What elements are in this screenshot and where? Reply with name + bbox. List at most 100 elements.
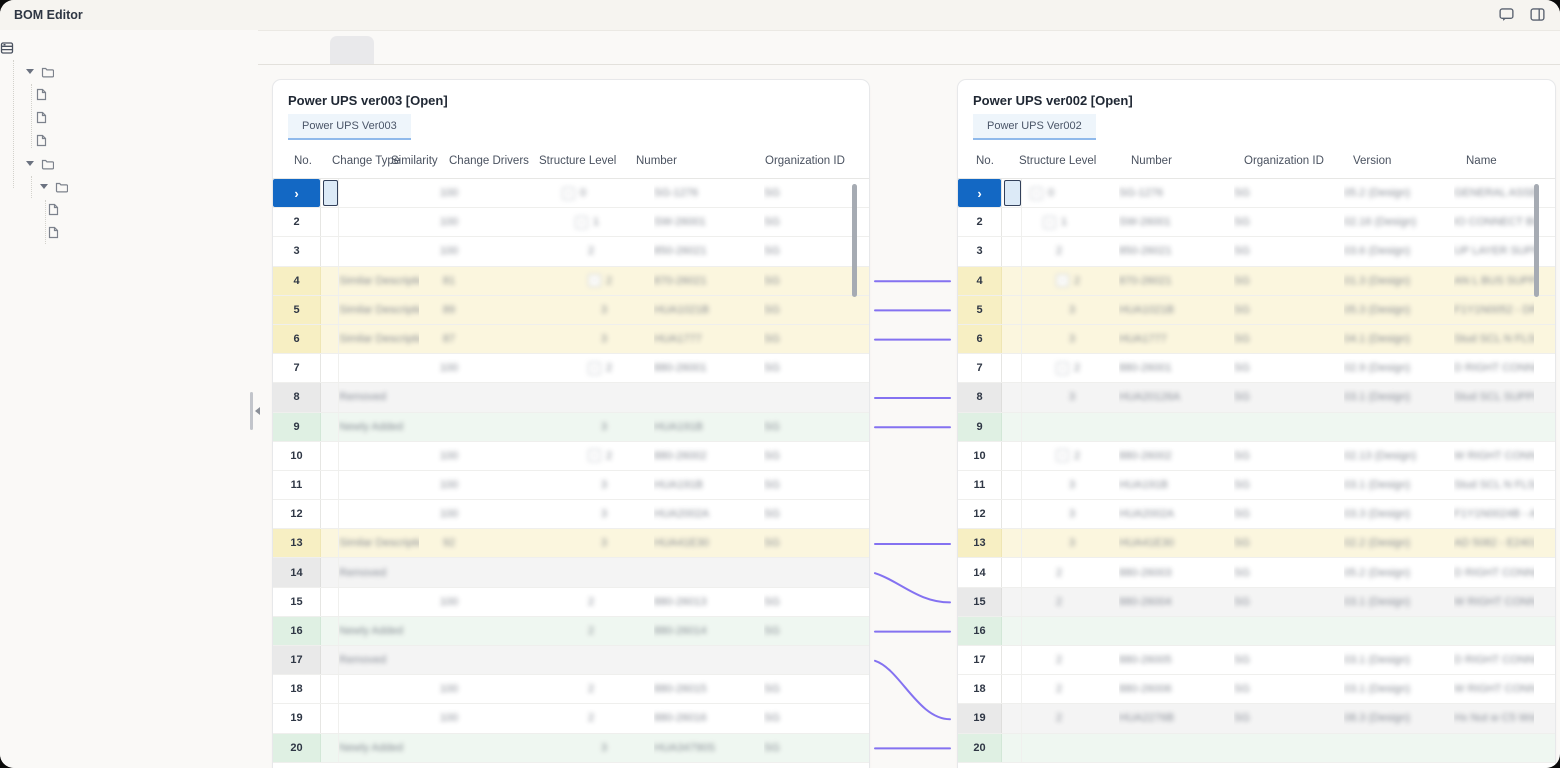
- left-table-row-16[interactable]: 16Newly Added2880-26014SG: [273, 617, 869, 646]
- row-select-cell[interactable]: [1002, 179, 1022, 207]
- comment-icon[interactable]: [1498, 6, 1515, 23]
- row-select-cell[interactable]: [1002, 442, 1022, 470]
- row-select-cell[interactable]: [1002, 529, 1022, 557]
- focused-cell[interactable]: [1004, 180, 1021, 206]
- panel-layout-icon[interactable]: [1529, 6, 1546, 23]
- left-table-row-5[interactable]: 5Similar Descriptio893HUA1021BSG: [273, 296, 869, 325]
- row-select-cell[interactable]: [321, 734, 339, 762]
- left-table-row-2[interactable]: 2100−1SW-26001SG: [273, 208, 869, 237]
- right-table-row-15[interactable]: 152880-26004SG03.1 (Design)W RIGHT CONNE…: [958, 588, 1555, 617]
- row-select-cell[interactable]: [321, 500, 339, 528]
- row-select-cell[interactable]: [1002, 267, 1022, 295]
- tree-item-bom-repository[interactable]: [0, 36, 258, 60]
- left-table-row-19[interactable]: 191002880-26016SG: [273, 704, 869, 733]
- row-select-cell[interactable]: [321, 413, 339, 441]
- right-table-row-3[interactable]: 32850-26021SG03.6 (Design)UP LAYER SUPPO…: [958, 237, 1555, 266]
- left-table-row-9[interactable]: 9Newly Added3HUA191BSG: [273, 413, 869, 442]
- row-select-cell[interactable]: [321, 442, 339, 470]
- right-table-row-18[interactable]: 182880-26006SG03.1 (Design)W RIGHT CONNE…: [958, 675, 1555, 704]
- right-table-row-1[interactable]: ›−0SG-1276SG05.2 (Design)GENERAL ASSEMBL: [958, 179, 1555, 208]
- tree-item-internal[interactable]: [0, 175, 258, 198]
- row-select-cell[interactable]: [321, 617, 339, 645]
- row-select-cell[interactable]: [321, 471, 339, 499]
- right-table-row-16[interactable]: 16: [958, 617, 1555, 646]
- row-select-cell[interactable]: [321, 296, 339, 324]
- row-select-cell[interactable]: [1002, 558, 1022, 586]
- row-select-cell[interactable]: [321, 267, 339, 295]
- right-table-row-5[interactable]: 53HUA1021BSG05.3 (Design)F1Y1N0052 - DRI: [958, 296, 1555, 325]
- left-table-row-10[interactable]: 10100−2880-26002SG: [273, 442, 869, 471]
- tree-item-manual-power-ups-ver003-version-1-open-[interactable]: [0, 198, 258, 221]
- row-select-cell[interactable]: [321, 704, 339, 732]
- row-select-cell[interactable]: [1002, 500, 1022, 528]
- left-table-row-3[interactable]: 31002850-26021SG: [273, 237, 869, 266]
- row-select-cell[interactable]: [321, 529, 339, 557]
- row-select-cell[interactable]: [1002, 383, 1022, 411]
- right-table-row-4[interactable]: 4−2870-26021SG01.3 (Design)AN L BUS SUPP…: [958, 267, 1555, 296]
- right-table-row-7[interactable]: 7−2880-26001SG02.9 (Design)D RIGHT CONNE…: [958, 354, 1555, 383]
- right-table-row-20[interactable]: 20: [958, 734, 1555, 763]
- left-table-row-12[interactable]: 121003HUA2002ASG: [273, 500, 869, 529]
- expand-row-chevron[interactable]: ›: [273, 179, 321, 207]
- row-select-cell[interactable]: [321, 558, 339, 586]
- row-select-cell[interactable]: [321, 179, 339, 207]
- right-table-row-17[interactable]: 172880-26005SG03.1 (Design)D RIGHT CONNE…: [958, 646, 1555, 675]
- row-select-cell[interactable]: [1002, 413, 1022, 441]
- tree-item-copy-power-ups-ver003-from-pdm-open-[interactable]: [0, 221, 258, 244]
- left-table-scrollbar[interactable]: [852, 184, 857, 297]
- row-select-cell[interactable]: [1002, 208, 1022, 236]
- row-select-cell[interactable]: [1002, 237, 1022, 265]
- left-table-row-15[interactable]: 151002880-26013SG: [273, 588, 869, 617]
- left-table-row-14[interactable]: 14Removed: [273, 558, 869, 587]
- row-select-cell[interactable]: [1002, 617, 1022, 645]
- row-select-cell[interactable]: [321, 383, 339, 411]
- row-select-cell[interactable]: [1002, 734, 1022, 762]
- left-table-row-17[interactable]: 17Removed: [273, 646, 869, 675]
- row-select-cell[interactable]: [321, 646, 339, 674]
- left-table-row-11[interactable]: 111003HUA191BSG: [273, 471, 869, 500]
- row-select-cell[interactable]: [321, 237, 339, 265]
- caret-down-icon[interactable]: [26, 161, 34, 166]
- right-table-row-6[interactable]: 63HUA1777SG04.1 (Design)Stud SCL N FLSH …: [958, 325, 1555, 354]
- right-table-row-9[interactable]: 9: [958, 413, 1555, 442]
- expand-row-chevron[interactable]: ›: [958, 179, 1002, 207]
- row-select-cell[interactable]: [1002, 704, 1022, 732]
- left-table-row-8[interactable]: 8Removed: [273, 383, 869, 412]
- right-table-row-11[interactable]: 113HUA191BSG03.1 (Design)Stud SCL N FLSH…: [958, 471, 1555, 500]
- left-table-row-20[interactable]: 20Newly Added3HUA34790SSG: [273, 734, 869, 763]
- right-table-row-10[interactable]: 10−2880-26002SG02.13 (Design)W RIGHT CON…: [958, 442, 1555, 471]
- right-table-row-12[interactable]: 123HUA2002ASG03.3 (Design)F1Y1N0024B - A…: [958, 500, 1555, 529]
- tab-great-bear-3[interactable]: [286, 36, 330, 64]
- row-select-cell[interactable]: [1002, 296, 1022, 324]
- tree-item-power-ups-ver003-open-[interactable]: [0, 83, 258, 106]
- right-panel-version-tab[interactable]: Power UPS Ver002: [973, 114, 1096, 140]
- right-table-scrollbar[interactable]: [1534, 184, 1539, 297]
- row-select-cell[interactable]: [1002, 471, 1022, 499]
- left-panel-version-tab[interactable]: Power UPS Ver003: [288, 114, 411, 140]
- row-select-cell[interactable]: [321, 354, 339, 382]
- left-table-row-1[interactable]: ›100−0SG-1276SG: [273, 179, 869, 208]
- right-table-row-13[interactable]: 133HUA41E30SG02.2 (Design)AD 5082 - E240…: [958, 529, 1555, 558]
- tree-item-power-ups-ver001-open-[interactable]: [0, 129, 258, 152]
- caret-down-icon[interactable]: [26, 69, 34, 74]
- right-table-row-2[interactable]: 2−1SW-26001SG02.16 (Design)IO CONNECT BU…: [958, 208, 1555, 237]
- tree-item-power-ups-ver002-open-[interactable]: [0, 106, 258, 129]
- tree-item-pdm-bom[interactable]: [0, 60, 258, 83]
- left-table-row-7[interactable]: 7100−2880-26001SG: [273, 354, 869, 383]
- left-table-row-18[interactable]: 181002880-26015SG: [273, 675, 869, 704]
- right-table-row-19[interactable]: 192HUA2276BSG08.3 (Design)Hx Nut w C5 Ws…: [958, 704, 1555, 733]
- left-table-row-13[interactable]: 13Similar Descriptio923HUA41E30SG: [273, 529, 869, 558]
- row-select-cell[interactable]: [1002, 588, 1022, 616]
- tab-bom-comparison[interactable]: [330, 36, 374, 64]
- row-select-cell[interactable]: [321, 588, 339, 616]
- row-select-cell[interactable]: [1002, 675, 1022, 703]
- row-select-cell[interactable]: [1002, 646, 1022, 674]
- row-select-cell[interactable]: [1002, 354, 1022, 382]
- row-select-cell[interactable]: [321, 208, 339, 236]
- right-table-row-14[interactable]: 142880-26003SG05.2 (Design)D RIGHT CONNE…: [958, 558, 1555, 587]
- focused-cell[interactable]: [323, 180, 338, 206]
- right-table-row-8[interactable]: 83HUA20126ASG03.1 (Design)Stud SCL SUPPO…: [958, 383, 1555, 412]
- tree-item-manual-bom[interactable]: [0, 152, 258, 175]
- left-table-row-4[interactable]: 4Similar Descriptio81−2870-26021SG: [273, 267, 869, 296]
- row-select-cell[interactable]: [321, 675, 339, 703]
